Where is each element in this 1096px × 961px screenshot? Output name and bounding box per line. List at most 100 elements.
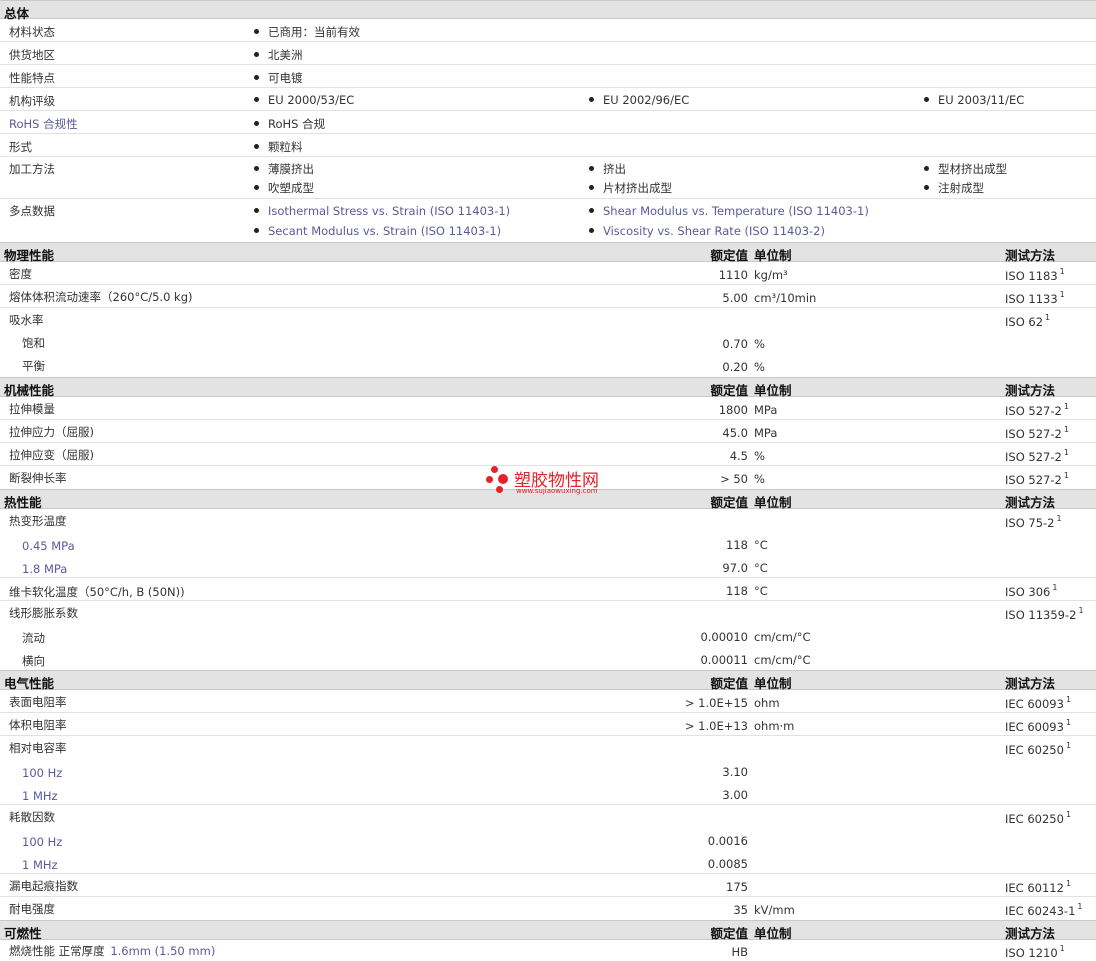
property-value: > 1.0E+15 bbox=[684, 696, 748, 710]
section-header-flammability: 可燃性 额定值 单位制 测试方法 bbox=[0, 920, 1096, 941]
footnote-ref[interactable]: 1 bbox=[1066, 879, 1071, 888]
bullet-icon bbox=[254, 228, 259, 233]
property-row-availability: 供货地区 北美洲 bbox=[0, 42, 1096, 65]
property-label: 熔体体积流动速率（260°C/5.0 kg) bbox=[9, 290, 193, 304]
watermark-logo: 塑胶物性网 www.sujiaowuxing.com bbox=[486, 466, 616, 500]
property-row: 燃烧性能 正常厚度 1.6mm (1.50 mm) HB ISO 1210 1 bbox=[0, 940, 1096, 961]
footnote-ref[interactable]: 1 bbox=[1077, 902, 1082, 911]
property-label: 性能特点 bbox=[9, 71, 55, 85]
property-label: 形式 bbox=[9, 140, 32, 154]
property-row: 表面电阻率 > 1.0E+15 ohm IEC 60093 1 bbox=[0, 690, 1096, 713]
bullet-icon bbox=[254, 121, 259, 126]
property-label: 饱和 bbox=[22, 336, 45, 350]
property-label: 体积电阻率 bbox=[9, 718, 67, 732]
footnote-ref[interactable]: 1 bbox=[1064, 425, 1069, 434]
bullet-icon bbox=[254, 52, 259, 57]
test-method: ISO 11359-2 1 bbox=[1005, 606, 1084, 622]
property-unit: ohm·m bbox=[754, 719, 795, 733]
property-label: 漏电起痕指数 bbox=[9, 879, 78, 893]
test-method: ISO 527-2 1 bbox=[1005, 425, 1069, 441]
bullet-icon bbox=[254, 97, 259, 102]
property-row: 100 Hz 0.0016 bbox=[0, 828, 1096, 851]
property-value: HB bbox=[731, 945, 748, 959]
property-value: 1800 bbox=[718, 403, 748, 417]
property-label: 吸水率 bbox=[9, 313, 44, 327]
footnote-ref[interactable]: 1 bbox=[1066, 810, 1071, 819]
property-value: 97.0 bbox=[722, 561, 748, 575]
logo-dot bbox=[496, 486, 503, 493]
property-row: 拉伸应变（屈服) 4.5 % ISO 527-2 1 bbox=[0, 443, 1096, 466]
property-label: 多点数据 bbox=[9, 204, 55, 218]
test-method: ISO 527-2 1 bbox=[1005, 402, 1069, 418]
property-label: 拉伸应变（屈服) bbox=[9, 448, 94, 462]
section-header-physical: 物理性能 额定值 单位制 测试方法 bbox=[0, 242, 1096, 263]
multipoint-link[interactable]: Isothermal Stress vs. Strain (ISO 11403-… bbox=[254, 204, 510, 218]
bullet-icon bbox=[254, 75, 259, 80]
property-value: 3.10 bbox=[722, 765, 748, 779]
footnote-ref[interactable]: 1 bbox=[1057, 514, 1062, 523]
property-value: 4.5 bbox=[729, 449, 748, 463]
property-label: 表面电阻率 bbox=[9, 695, 67, 709]
bullet-icon bbox=[924, 166, 929, 171]
test-method: ISO 1133 1 bbox=[1005, 290, 1065, 306]
property-row: 0.45 MPa 118 °C bbox=[0, 532, 1096, 555]
footnote-ref[interactable]: 1 bbox=[1066, 718, 1071, 727]
footnote-ref[interactable]: 1 bbox=[1060, 267, 1065, 276]
property-label: 相对电容率 bbox=[9, 741, 67, 755]
bullet-item: 型材挤出成型 bbox=[924, 161, 1007, 177]
property-label: 100 Hz bbox=[22, 835, 63, 849]
property-label: RoHS 合规性 bbox=[9, 117, 78, 131]
footnote-ref[interactable]: 1 bbox=[1064, 471, 1069, 480]
footnote-ref[interactable]: 1 bbox=[1045, 313, 1050, 322]
multipoint-link[interactable]: Shear Modulus vs. Temperature (ISO 11403… bbox=[589, 204, 869, 218]
property-label: 燃烧性能 正常厚度 1.6mm (1.50 mm) bbox=[9, 944, 216, 958]
test-method: IEC 60112 1 bbox=[1005, 879, 1072, 895]
property-label: 1 MHz bbox=[22, 789, 58, 803]
property-row-features: 性能特点 可电镀 bbox=[0, 65, 1096, 88]
property-value: 5.00 bbox=[722, 291, 748, 305]
property-row: 耗散因数 IEC 60250 1 bbox=[0, 805, 1096, 828]
bullet-item: 注射成型 bbox=[924, 180, 984, 196]
property-label: 耐电强度 bbox=[9, 902, 55, 916]
property-label: 平衡 bbox=[22, 359, 45, 373]
property-unit: kg/m³ bbox=[754, 268, 788, 282]
test-method: ISO 62 1 bbox=[1005, 313, 1051, 329]
bullet-item: 片材挤出成型 bbox=[589, 180, 672, 196]
property-label: 热变形温度 bbox=[9, 514, 67, 528]
multipoint-link[interactable]: Secant Modulus vs. Strain (ISO 11403-1) bbox=[254, 224, 501, 238]
property-unit: % bbox=[754, 360, 765, 374]
property-label: 线形膨胀系数 bbox=[9, 606, 78, 620]
bullet-item: EU 2003/11/EC bbox=[924, 93, 1024, 107]
bullet-item: 已商用：当前有效 bbox=[254, 24, 360, 40]
footnote-ref[interactable]: 1 bbox=[1066, 695, 1071, 704]
footnote-ref[interactable]: 1 bbox=[1052, 583, 1057, 592]
property-value: 45.0 bbox=[722, 426, 748, 440]
property-row: 耐电强度 35 kV/mm IEC 60243-1 1 bbox=[0, 897, 1096, 920]
footnote-ref[interactable]: 1 bbox=[1078, 606, 1083, 615]
test-method: IEC 60093 1 bbox=[1005, 718, 1072, 734]
footnote-ref[interactable]: 1 bbox=[1066, 741, 1071, 750]
footnote-ref[interactable]: 1 bbox=[1060, 290, 1065, 299]
property-row-multipoint: 多点数据 Isothermal Stress vs. Strain (ISO 1… bbox=[0, 199, 1096, 242]
multipoint-link[interactable]: Viscosity vs. Shear Rate (ISO 11403-2) bbox=[589, 224, 825, 238]
property-row: 1.8 MPa 97.0 °C bbox=[0, 555, 1096, 578]
watermark-url: www.sujiaowuxing.com bbox=[516, 487, 598, 495]
property-unit: % bbox=[754, 337, 765, 351]
test-method: ISO 527-2 1 bbox=[1005, 448, 1069, 464]
footnote-ref[interactable]: 1 bbox=[1060, 944, 1065, 953]
property-label: 100 Hz bbox=[22, 766, 63, 780]
footnote-ref[interactable]: 1 bbox=[1064, 448, 1069, 457]
property-value: 0.20 bbox=[722, 360, 748, 374]
property-row: 相对电容率 IEC 60250 1 bbox=[0, 736, 1096, 759]
footnote-ref[interactable]: 1 bbox=[1064, 402, 1069, 411]
bullet-icon bbox=[589, 166, 594, 171]
property-unit: cm/cm/°C bbox=[754, 653, 811, 667]
bullet-icon bbox=[589, 97, 594, 102]
property-value: 118 bbox=[726, 584, 748, 598]
property-value: 118 bbox=[726, 538, 748, 552]
property-value: 0.70 bbox=[722, 337, 748, 351]
bullet-item: 吹塑成型 bbox=[254, 180, 314, 196]
property-row-agency-ratings: 机构评级 EU 2000/53/EC EU 2002/96/EC EU 2003… bbox=[0, 88, 1096, 111]
bullet-icon bbox=[589, 228, 594, 233]
property-unit: kV/mm bbox=[754, 903, 795, 917]
